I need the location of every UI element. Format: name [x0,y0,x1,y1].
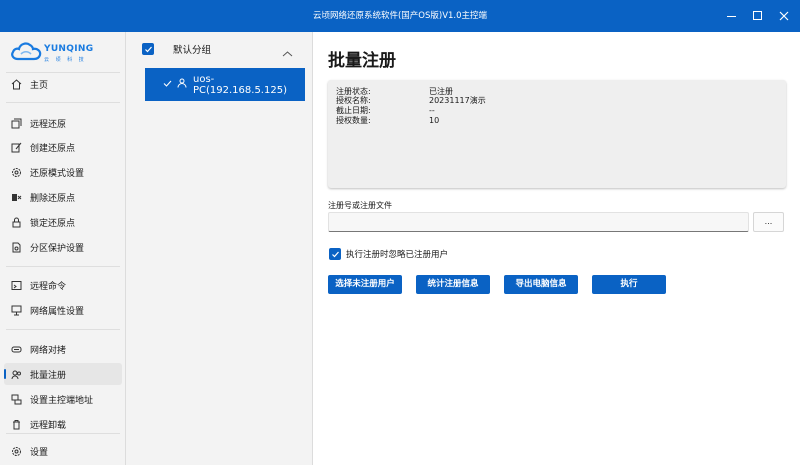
logo-brand-sub: 云 顷 科 技 [44,57,87,63]
sidebar-item-label: 远程命令 [30,281,67,292]
info-label: 授权数量: [336,116,371,125]
sidebar-item-set-controller-address[interactable]: 设置主控端地址 [4,388,122,410]
user-icon [177,78,187,91]
ignore-registered-label: 执行注册时忽略已注册用户 [346,250,449,260]
sidebar-item-restore-mode[interactable]: 还原模式设置 [4,161,122,183]
uninstall-icon [10,418,22,430]
network-icon [10,304,22,316]
sidebar-item-settings[interactable]: 设置 [4,440,122,462]
sidebar-divider [6,433,120,434]
check-icon [331,251,339,257]
address-icon [10,393,22,405]
sidebar-item-label: 创建还原点 [30,143,76,154]
settings-icon [10,166,22,178]
registration-input[interactable] [328,212,749,232]
sidebar-item-lock-restore-point[interactable]: 锁定还原点 [4,211,122,233]
sidebar-item-remote-uninstall[interactable]: 远程卸载 [4,413,122,435]
main-content: 批量注册 注册状态: 已注册 授权名称: 20231117演示 截止日期: --… [313,32,800,465]
sidebar-item-network-copy[interactable]: 网络对拷 [4,338,122,360]
partition-icon [10,241,22,253]
copy-icon [10,343,22,355]
sidebar-item-remote-command[interactable]: 远程命令 [4,274,122,296]
sidebar-item-batch-register[interactable]: 批量注册 [4,363,122,385]
reg-field-label: 注册号或注册文件 [328,201,392,210]
sidebar-item-create-restore-point[interactable]: 创建还原点 [4,136,122,158]
sidebar-item-network-settings[interactable]: 网络属性设置 [4,299,122,321]
sidebar-item-home[interactable]: 主页 [4,73,122,95]
minimize-button[interactable] [725,9,739,23]
sidebar-divider [6,266,120,267]
page-title: 批量注册 [328,51,396,71]
sidebar-item-label: 锁定还原点 [30,218,76,229]
group-header[interactable]: 默认分组 [126,32,312,66]
select-unregistered-button[interactable]: 选择未注册用户 [328,275,402,294]
edit-icon [10,141,22,153]
chevron-up-icon[interactable] [282,43,293,62]
sidebar-item-label: 远程还原 [30,119,67,130]
device-name: uos-PC(192.168.5.125) [193,73,287,96]
title-bar: 云顷网络还原系统软件(国产OS版)V1.0主控端 [0,0,800,32]
close-icon [779,11,789,21]
cloud-logo-icon [11,42,42,61]
group-checkbox[interactable] [142,43,154,55]
check-icon [144,46,152,52]
maximize-button[interactable] [751,9,765,23]
restore-icon [10,117,22,129]
sidebar-item-label: 设置主控端地址 [30,395,94,406]
ignore-registered-option[interactable]: 执行注册时忽略已注册用户 [329,248,448,260]
group-panel: 默认分组 uos-PC(192.168.5.125) [126,32,313,465]
home-icon [10,78,22,90]
info-value: 20231117演示 [429,96,486,105]
info-value: 10 [429,116,440,125]
maximize-icon [753,11,762,20]
delete-point-icon [10,191,22,203]
sidebar-item-label: 还原模式设置 [30,168,85,179]
sidebar-item-label: 网络对拷 [30,345,67,356]
sidebar-divider [6,329,120,330]
export-info-button[interactable]: 导出电脑信息 [504,275,578,294]
sidebar-item-partition-protection[interactable]: 分区保护设置 [4,236,122,258]
check-icon [163,79,172,91]
sidebar-item-label: 批量注册 [30,370,67,381]
gear-icon [10,445,22,457]
sidebar-item-label: 设置 [30,447,49,458]
sidebar-item-delete-restore-point[interactable]: 删除还原点 [4,186,122,208]
minimize-icon [727,16,736,17]
sidebar-item-label: 主页 [30,80,49,91]
sidebar-item-label: 删除还原点 [30,193,76,204]
sidebar-item-label: 网络属性设置 [30,306,85,317]
sidebar-item-label: 远程卸载 [30,420,67,431]
sidebar: YUNQING 云 顷 科 技 主页 远程还原 创建还原点 还原模式设置 删除还… [0,32,126,465]
users-icon [10,368,22,380]
registration-info-box: 注册状态: 已注册 授权名称: 20231117演示 截止日期: -- 授权数量… [328,80,786,188]
lock-icon [10,216,22,228]
terminal-icon [10,279,22,291]
ignore-registered-checkbox[interactable] [329,248,341,260]
close-button[interactable] [777,9,791,23]
logo-brand: YUNQING [44,44,94,54]
execute-button[interactable]: 执行 [592,275,666,294]
stats-button[interactable]: 统计注册信息 [416,275,490,294]
window-title: 云顷网络还原系统软件(国产OS版)V1.0主控端 [312,11,488,21]
browse-button[interactable]: ... [753,212,784,232]
sidebar-divider [6,102,120,103]
group-name: 默认分组 [173,45,212,56]
sidebar-item-remote-restore[interactable]: 远程还原 [4,112,122,134]
device-item[interactable]: uos-PC(192.168.5.125) [145,68,305,101]
sidebar-item-label: 分区保护设置 [30,243,85,254]
